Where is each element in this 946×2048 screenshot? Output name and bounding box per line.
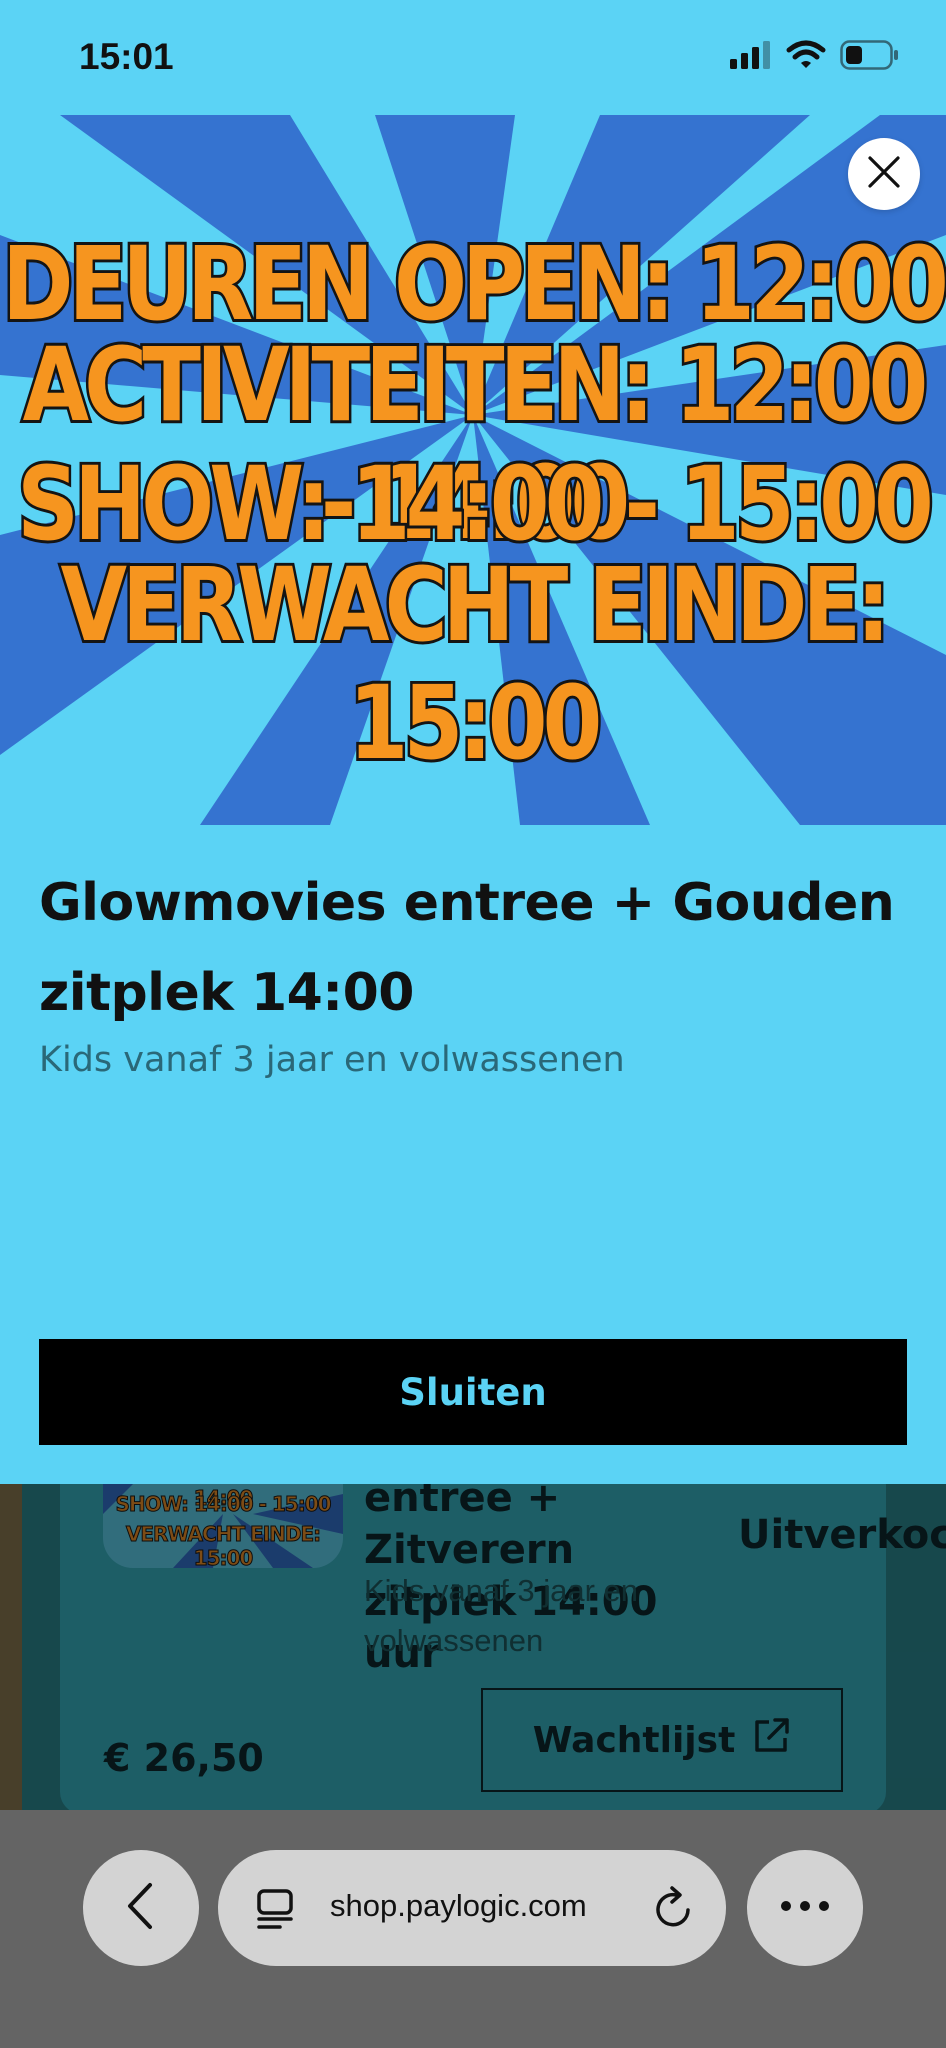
status-time: 15:01 (79, 36, 174, 77)
tab-overview-icon[interactable] (256, 1888, 296, 1935)
reload-icon[interactable] (652, 1884, 696, 1937)
address-bar[interactable]: shop.paylogic.com (218, 1850, 726, 1966)
modal-backdrop[interactable] (0, 1484, 946, 1810)
battery-icon (840, 40, 900, 75)
more-dots-icon (780, 1899, 830, 1917)
event-schedule-banner: DEUREN OPEN: 12:00 ACTIVITEITEN: 12:00 -… (0, 115, 946, 825)
ticket-subtitle: Kids vanaf 3 jaar en volwassenen (39, 1040, 625, 1080)
close-modal-button[interactable] (848, 138, 920, 210)
ticket-info-modal: 15:01 DEUREN OPEN: 12:00 ACTIVITEITEN: 1… (0, 0, 946, 1484)
browser-toolbar: shop.paylogic.com (0, 1810, 946, 2048)
url-text: shop.paylogic.com (330, 1888, 587, 1923)
cellular-signal-icon (730, 41, 772, 74)
close-button[interactable]: Sluiten (39, 1339, 907, 1445)
chevron-left-icon (124, 1881, 158, 1936)
ticket-title: Glowmovies entree + Gouden zitplek 14:00 (39, 873, 895, 1023)
status-icons (730, 40, 900, 75)
more-options-button[interactable] (747, 1850, 863, 1966)
schedule-line-end: VERWACHT EINDE: 15:00 (58, 544, 893, 786)
close-icon (867, 155, 901, 194)
back-button[interactable] (83, 1850, 199, 1966)
status-bar: 15:01 (0, 0, 946, 115)
wifi-icon (786, 40, 826, 75)
